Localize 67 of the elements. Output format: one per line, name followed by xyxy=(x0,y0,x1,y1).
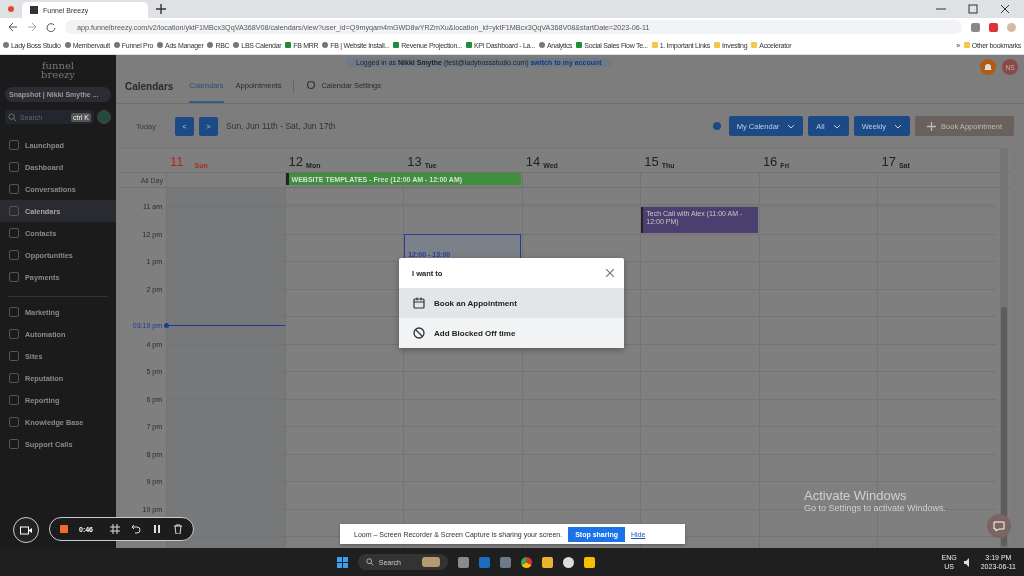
folder-icon xyxy=(963,42,970,48)
grid-icon[interactable] xyxy=(110,524,120,534)
bookmark-icon xyxy=(233,42,240,48)
bookmark-icon xyxy=(64,42,71,48)
bookmark-icon xyxy=(322,42,329,48)
nav-icon xyxy=(9,140,19,150)
caret-icon xyxy=(787,123,796,129)
pause-icon[interactable] xyxy=(152,524,162,534)
recording-dot-icon xyxy=(8,6,14,12)
camera-icon xyxy=(20,525,32,535)
close-icon[interactable] xyxy=(1000,4,1010,14)
bookmark-icon xyxy=(157,42,164,48)
nav-icon xyxy=(9,395,19,405)
scrollbar[interactable] xyxy=(1000,149,1008,548)
nav-icon xyxy=(9,417,19,427)
restore-icon[interactable] xyxy=(968,4,978,14)
plus-icon xyxy=(927,121,937,131)
bookmark-icon xyxy=(393,42,400,48)
site-icon xyxy=(30,6,38,14)
undo-icon[interactable] xyxy=(131,524,141,534)
search-icon xyxy=(365,558,374,566)
dialog-option[interactable]: Book an Appointment xyxy=(399,288,624,318)
bookmark-icon xyxy=(285,42,292,48)
calendar-icon xyxy=(413,297,425,309)
bookmark-icon xyxy=(207,42,214,48)
bookmark-icon xyxy=(539,42,545,48)
trash-icon[interactable] xyxy=(173,524,183,534)
logo: funnel breezy xyxy=(40,61,76,79)
nav-icon xyxy=(9,373,19,383)
bookmark-icon xyxy=(466,42,472,48)
back-icon[interactable] xyxy=(8,22,18,32)
nav-icon xyxy=(9,272,19,282)
nav-icon xyxy=(9,228,19,238)
dialog-option[interactable]: Add Blocked Off time xyxy=(399,318,624,348)
close-icon[interactable] xyxy=(606,269,614,277)
caret-icon xyxy=(832,123,841,129)
bookmark-icon xyxy=(3,42,9,48)
date-range: Sun, Jun 11th - Sat, Jun 17th xyxy=(226,121,336,131)
nav-icon xyxy=(9,162,19,172)
folder-icon[interactable] xyxy=(541,556,553,568)
activation-notice-text: Go to Settings to activate Windows. xyxy=(804,503,947,513)
nav-icon xyxy=(9,250,19,260)
nav-icon xyxy=(9,307,19,317)
nav-icon xyxy=(9,206,19,216)
caret-icon xyxy=(894,123,903,129)
nav-icon xyxy=(9,184,19,194)
bookmark-icon xyxy=(713,42,720,48)
day-column[interactable] xyxy=(284,188,404,548)
blocked-icon xyxy=(413,327,425,339)
chat-icon xyxy=(993,520,1005,532)
browser-icon[interactable] xyxy=(520,556,532,568)
app-icon[interactable] xyxy=(583,556,595,568)
bell-icon[interactable] xyxy=(980,59,996,75)
nav-icon xyxy=(9,329,19,339)
new-tab-icon[interactable] xyxy=(156,4,167,14)
activation-notice-title: Activate Windows xyxy=(804,488,908,503)
bookmark-icon xyxy=(113,42,120,48)
nav-icon xyxy=(9,439,19,449)
nav-icon xyxy=(9,351,19,361)
bookmark-icon xyxy=(651,42,658,48)
search-icon xyxy=(8,112,17,122)
bookmark-icon xyxy=(751,42,758,48)
bookmark-icon xyxy=(576,42,583,48)
start-icon[interactable] xyxy=(336,556,348,568)
reload-icon[interactable] xyxy=(46,22,56,32)
app-icon[interactable] xyxy=(562,556,574,568)
page-title: Calendars xyxy=(125,80,174,92)
